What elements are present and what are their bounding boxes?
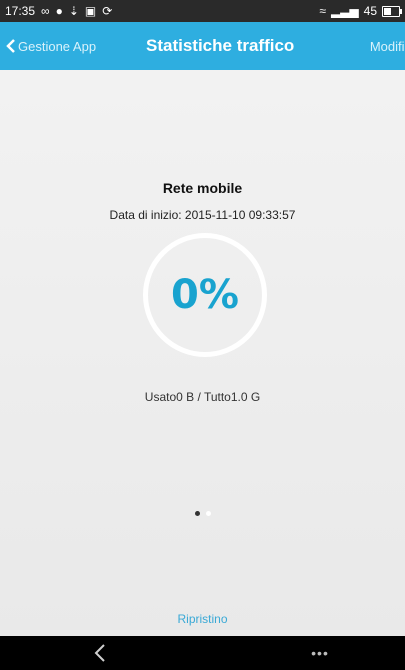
app-bar: Gestione App Statistiche traffico Modifi… [0, 22, 405, 70]
page-dot [205, 511, 211, 516]
battery-icon [382, 5, 402, 17]
usage-summary: Usato0 B / Tutto1.0 G [144, 390, 261, 404]
back-label: Gestione App [18, 38, 97, 54]
back-button[interactable]: Gestione App [6, 22, 96, 70]
signal-icon: ▂▃▅ [330, 4, 359, 18]
image-icon: ▣ [84, 4, 97, 18]
more-icon[interactable]: ••• [308, 641, 332, 665]
shield-icon: ● [55, 4, 63, 18]
location-icon: ⇣ [68, 4, 79, 18]
navigation-bar: ••• [0, 636, 405, 670]
nav-back-icon[interactable] [88, 641, 112, 665]
start-date: Data di inizio: 2015-11-10 09:33:57 [109, 208, 296, 222]
network-label: Rete mobile [162, 180, 243, 196]
infinity-icon: ∞ [41, 4, 50, 18]
usage-percent: 0% [171, 272, 239, 318]
sync-icon: ⟳ [102, 4, 113, 18]
wifi-icon: ≈ [319, 4, 326, 18]
battery-level: 45 [363, 4, 377, 18]
status-time: 17:35 [5, 4, 36, 18]
page-dot-active [194, 511, 200, 516]
edit-button[interactable]: Modific [370, 22, 405, 70]
reset-button[interactable]: Ripristino [0, 612, 405, 626]
traffic-panel[interactable]: Rete mobile Data di inizio: 2015-11-10 0… [0, 70, 405, 636]
usage-ring: 0% [143, 233, 267, 357]
status-bar: 17:35 ∞ ● ⇣ ▣ ⟳ ≈ ▂▃▅ 45 [0, 0, 405, 22]
chevron-left-icon [6, 39, 15, 53]
page-title: Statistiche traffico [146, 36, 295, 55]
page-indicator [0, 511, 405, 516]
